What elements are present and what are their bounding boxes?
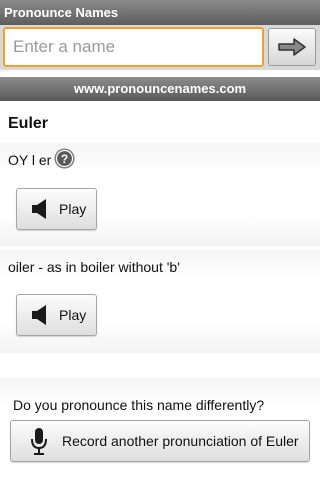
search-bar <box>0 25 320 70</box>
microphone-icon <box>31 428 47 455</box>
pronunciation-item: oiler - as in boiler without 'b' Play <box>0 250 320 353</box>
app-title: Pronounce Names <box>4 5 119 20</box>
phonetic-text: OY l er <box>8 152 52 168</box>
record-label: Record another pronunciation of Euler <box>62 433 299 449</box>
arrow-right-icon <box>278 38 306 56</box>
name-heading: Euler <box>8 115 49 132</box>
speaker-icon <box>32 305 46 325</box>
play-label: Play <box>59 201 87 217</box>
record-button[interactable]: Record another pronunciation of Euler <box>10 420 310 462</box>
record-section: Do you pronounce this name differently? … <box>0 378 320 480</box>
speaker-icon <box>32 199 46 219</box>
play-button[interactable]: Play <box>16 188 97 230</box>
record-question: Do you pronounce this name differently? <box>13 397 265 413</box>
site-url-banner[interactable]: www.pronouncenames.com <box>0 77 320 101</box>
pronunciation-description: oiler - as in boiler without 'b' <box>8 259 180 275</box>
search-input[interactable] <box>3 27 264 67</box>
app-title-bar: Pronounce Names <box>0 0 320 25</box>
svg-text:?: ? <box>61 152 68 166</box>
help-icon[interactable]: ? <box>54 148 75 169</box>
pronunciation-item: OY l er ? Play <box>0 143 320 246</box>
site-url[interactable]: www.pronouncenames.com <box>74 81 246 96</box>
play-button[interactable]: Play <box>16 294 97 336</box>
play-label: Play <box>59 307 87 323</box>
go-button[interactable] <box>268 28 316 66</box>
